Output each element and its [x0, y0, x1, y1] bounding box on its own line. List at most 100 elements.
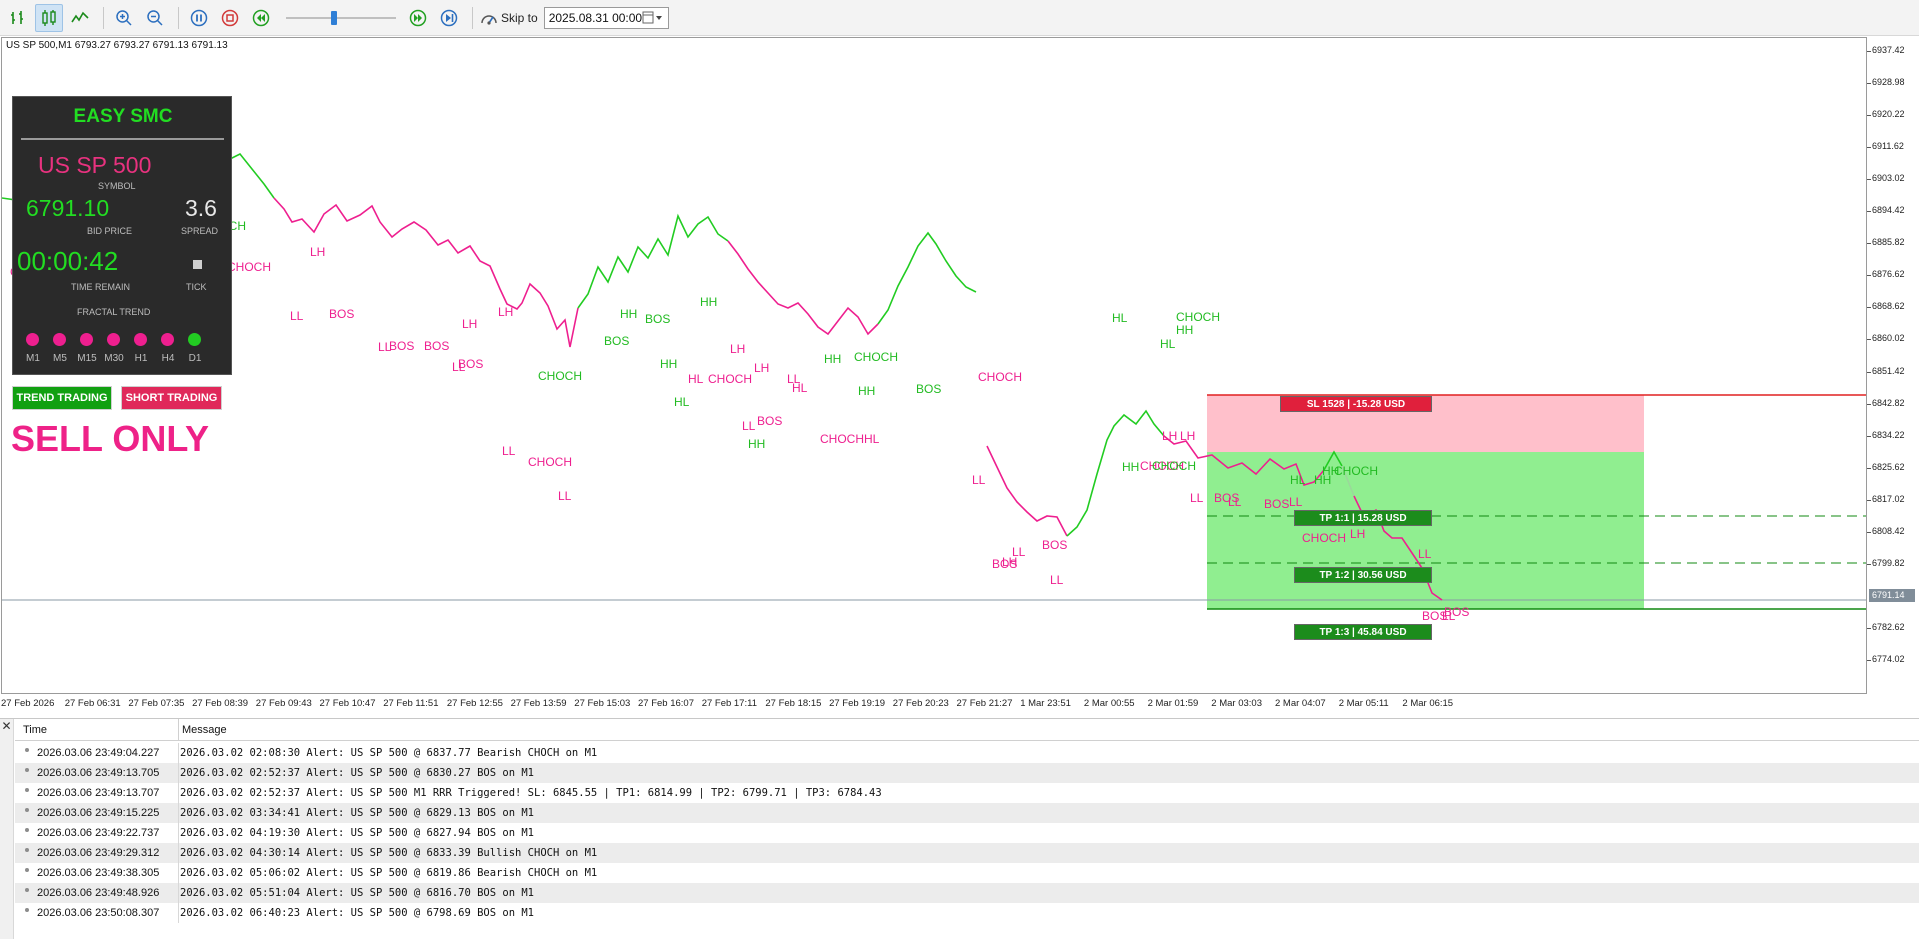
time-tick-label: 2 Mar 05:11: [1338, 698, 1389, 709]
price-path-segment: [1066, 409, 1165, 537]
price-tick-label: 6817.02: [1867, 493, 1905, 504]
pause-button[interactable]: [185, 4, 213, 32]
time-tick-label: 27 Feb 06:31: [64, 698, 121, 709]
row-bullet-icon: [25, 888, 29, 892]
alerts-journal: ✕ Time Message 2026.03.06 23:49:04.227 20…: [0, 718, 1919, 939]
structure-label-bearish: LL: [1289, 495, 1303, 509]
take-profit-2-tag: TP 1:2 | 30.56 USD: [1294, 567, 1432, 583]
structure-label-bearish: HL: [792, 381, 808, 395]
row-divider: [178, 843, 179, 863]
journal-row[interactable]: 2026.03.06 23:49:48.926 2026.03.02 05:51:…: [15, 883, 1919, 903]
time-tick-label: 27 Feb 16:07: [638, 698, 694, 709]
take-profit-zone: [1207, 452, 1644, 609]
step-forward-button[interactable]: [435, 4, 463, 32]
row-bullet-icon: [25, 868, 29, 872]
chart-plot-area: CHOCHCHOCHLHLLBOSLLBOSBOSLHLLBOSLHLLCHOC…: [2, 152, 1866, 623]
journal-row[interactable]: 2026.03.06 23:49:13.705 2026.03.02 02:52:…: [15, 763, 1919, 783]
short-trading-button[interactable]: SHORT TRADING: [121, 386, 222, 410]
candlestick-chart-button[interactable]: [35, 3, 63, 32]
structure-label-bearish: LH: [310, 245, 325, 259]
journal-row[interactable]: 2026.03.06 23:49:13.707 2026.03.02 02:52:…: [15, 783, 1919, 803]
column-divider[interactable]: [178, 719, 179, 741]
timeframe-label: M30: [104, 353, 124, 364]
structure-label-bearish: BOS: [424, 339, 449, 353]
column-time[interactable]: Time: [23, 724, 47, 736]
structure-label-bearish: LL: [558, 489, 572, 503]
structure-label-bearish: CHOCH: [708, 372, 752, 386]
journal-row[interactable]: 2026.03.06 23:49:04.227 2026.03.02 02:08:…: [15, 743, 1919, 763]
time-remain-label: TIME REMAIN: [71, 282, 131, 292]
structure-label-bullish: CHOCH: [1334, 464, 1378, 478]
speed-slider-track: [286, 16, 396, 19]
speed-slider[interactable]: [286, 8, 396, 28]
stop-button[interactable]: [216, 4, 244, 32]
price-tick-label: 6851.42: [1867, 365, 1905, 376]
row-time: 2026.03.06 23:49:22.737: [37, 827, 160, 839]
structure-label-bearish: BOS: [458, 357, 483, 371]
stop-loss-tag: SL 1528 | -15.28 USD: [1280, 396, 1432, 412]
structure-label-bullish: BOS: [916, 382, 941, 396]
slow-down-button[interactable]: [247, 4, 275, 32]
timeframe-label: D1: [188, 353, 202, 364]
tick-label: TICK: [186, 282, 207, 292]
structure-label-bullish: HH: [620, 307, 637, 321]
time-tick-label: 27 Feb 11:51: [383, 698, 439, 709]
current-price-label: 6791.14: [1869, 588, 1915, 602]
structure-label-bullish: HH: [1122, 460, 1139, 474]
time-tick-label: 27 Feb 19:19: [829, 698, 886, 709]
trend-dot-h4: [161, 333, 174, 346]
journal-row[interactable]: 2026.03.06 23:50:08.307 2026.03.02 06:40:…: [15, 903, 1919, 923]
time-tick-label: 27 Feb 18:15: [765, 698, 822, 709]
calendar-dropdown-icon[interactable]: [642, 11, 664, 25]
row-message: 2026.03.02 03:34:41 Alert: US SP 500 @ 6…: [180, 807, 535, 819]
dashboard-title: EASY SMC: [73, 106, 173, 127]
structure-label-bearish: BOS: [329, 307, 354, 321]
zoom-in-button[interactable]: [110, 4, 138, 32]
price-path-segment: [727, 240, 879, 336]
price-chart[interactable]: CHOCHCHOCHLHLLBOSLLBOSBOSLHLLBOSLHLLCHOC…: [1, 37, 1867, 694]
trend-trading-button[interactable]: TREND TRADING: [12, 386, 112, 410]
price-tick-label: 6903.02: [1867, 173, 1905, 184]
bar-chart-button[interactable]: [4, 4, 32, 32]
take-profit-1-tag: TP 1:1 | 15.28 USD: [1294, 510, 1432, 526]
row-divider: [178, 883, 179, 903]
row-bullet-icon: [25, 828, 29, 832]
trend-dot-m5: [53, 333, 66, 346]
structure-label-bearish: BOS: [1042, 538, 1067, 552]
toolbar-separator: [178, 6, 179, 29]
row-divider: [178, 743, 179, 763]
structure-label-bullish: HH: [1176, 323, 1193, 337]
speed-slider-thumb[interactable]: [330, 10, 337, 25]
structure-label-bearish: CHOCH: [820, 432, 864, 446]
structure-label-bullish: HH: [858, 384, 875, 398]
row-bullet-icon: [25, 908, 29, 912]
step-forward-icon: [440, 9, 458, 26]
structure-label-bearish: BOS: [389, 339, 414, 353]
price-tick-label: 6782.62: [1867, 621, 1905, 632]
zoom-out-icon: [147, 9, 163, 26]
journal-row[interactable]: 2026.03.06 23:49:15.225 2026.03.02 03:34:…: [15, 803, 1919, 823]
journal-row[interactable]: 2026.03.06 23:49:38.305 2026.03.02 05:06:…: [15, 863, 1919, 883]
structure-label-bullish: HL: [1290, 473, 1306, 487]
zoom-out-button[interactable]: [141, 4, 169, 32]
price-tick-label: 6928.98: [1867, 77, 1905, 88]
close-panel-icon[interactable]: ✕: [0, 719, 14, 939]
journal-row[interactable]: 2026.03.06 23:49:29.312 2026.03.02 04:30:…: [15, 843, 1919, 863]
structure-label-bullish: HH: [748, 437, 765, 451]
line-chart-button[interactable]: [66, 4, 94, 32]
speed-up-button[interactable]: [404, 4, 432, 32]
structure-label-bullish: CHOCH: [538, 369, 582, 383]
price-tick-label: 6799.82: [1867, 557, 1905, 568]
structure-label-bullish: BOS: [604, 334, 629, 348]
row-message: 2026.03.02 02:08:30 Alert: US SP 500 @ 6…: [180, 747, 598, 759]
skip-to-date-value: 2025.08.31 00:00: [548, 10, 643, 25]
price-path-segment: [273, 197, 579, 348]
time-tick-label: 27 Feb 2026: [1, 698, 55, 709]
column-message[interactable]: Message: [182, 724, 227, 736]
skip-to-date-input[interactable]: 2025.08.31 00:00: [543, 6, 669, 29]
row-bullet-icon: [25, 748, 29, 752]
time-axis[interactable]: 27 Feb 2026 27 Feb 06:31 27 Feb 07:35 27 Fe…: [0, 695, 1868, 711]
row-time: 2026.03.06 23:50:08.307: [37, 907, 160, 919]
time-tick-label: 27 Feb 08:39: [192, 698, 249, 709]
journal-row[interactable]: 2026.03.06 23:49:22.737 2026.03.02 04:19:…: [15, 823, 1919, 843]
